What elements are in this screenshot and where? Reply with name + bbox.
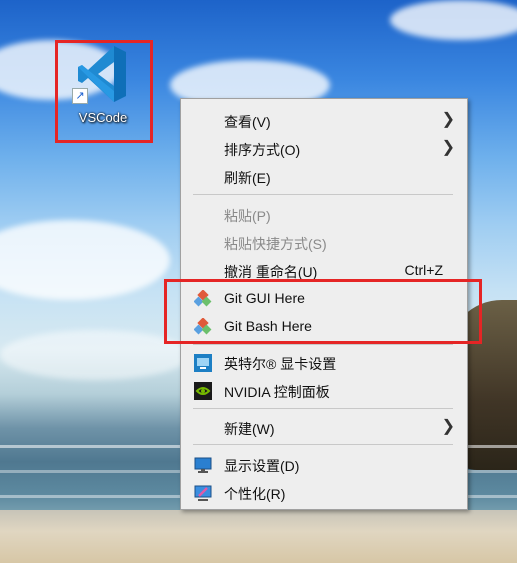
menu-item-view[interactable]: 查看(V) ❯ [181, 106, 467, 134]
display-icon [194, 457, 212, 473]
highlight-box-shortcut [55, 40, 153, 143]
intel-graphics-icon [194, 354, 212, 372]
menu-item-new[interactable]: 新建(W) ❯ [181, 413, 467, 441]
menu-item-label: 新建(W) [224, 421, 275, 437]
personalize-icon [194, 485, 212, 501]
menu-item-label: 显示设置(D) [224, 458, 300, 474]
menu-item-label: 英特尔® 显卡设置 [224, 356, 337, 372]
menu-item-label: 粘贴快捷方式(S) [224, 236, 327, 252]
menu-item-sort[interactable]: 排序方式(O) ❯ [181, 134, 467, 162]
chevron-right-icon: ❯ [441, 111, 455, 128]
highlight-box-git [164, 279, 482, 344]
menu-item-label: 粘贴(P) [224, 208, 271, 224]
cloud [390, 0, 517, 40]
menu-item-label: 个性化(R) [224, 486, 286, 502]
menu-item-label: 查看(V) [224, 114, 271, 130]
menu-separator [193, 194, 453, 195]
menu-item-nvidia[interactable]: NVIDIA 控制面板 [181, 376, 467, 404]
chevron-right-icon: ❯ [441, 418, 455, 435]
cloud [0, 220, 170, 300]
menu-item-label: 排序方式(O) [224, 142, 301, 158]
menu-separator [193, 408, 453, 409]
menu-item-shortcut: Ctrl+Z [404, 262, 444, 278]
menu-item-paste[interactable]: 粘贴(P) [181, 200, 467, 228]
cloud [0, 330, 190, 380]
chevron-right-icon: ❯ [441, 139, 455, 156]
menu-item-label: 刷新(E) [224, 170, 271, 186]
beach [0, 510, 517, 563]
nvidia-icon [194, 382, 212, 400]
menu-separator [193, 444, 453, 445]
menu-item-refresh[interactable]: 刷新(E) [181, 162, 467, 190]
menu-item-label: NVIDIA 控制面板 [224, 384, 330, 400]
menu-item-personalize[interactable]: 个性化(R) [181, 478, 467, 506]
menu-item-paste-shortcut[interactable]: 粘贴快捷方式(S) [181, 228, 467, 256]
menu-item-display-settings[interactable]: 显示设置(D) [181, 450, 467, 478]
menu-separator [193, 344, 453, 345]
menu-item-intel-graphics[interactable]: 英特尔® 显卡设置 [181, 348, 467, 376]
